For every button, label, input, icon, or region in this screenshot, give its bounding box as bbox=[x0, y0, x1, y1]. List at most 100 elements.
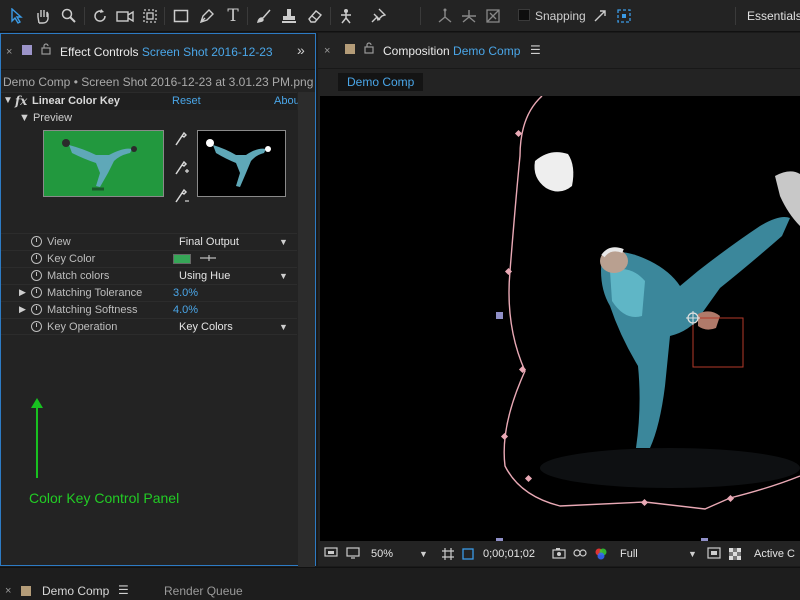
property-label: Matching Softness bbox=[47, 304, 138, 316]
key-operation-dropdown[interactable]: Key Colors bbox=[179, 321, 233, 333]
property-row-key-color[interactable]: Key Color bbox=[1, 250, 297, 267]
panel-overflow-icon[interactable]: » bbox=[297, 42, 305, 58]
effect-controls-tab[interactable]: × Effect Controls Screen Shot 2016-12-23… bbox=[1, 34, 315, 70]
eyedropper-subtract-icon[interactable] bbox=[173, 188, 189, 206]
eyedropper-icon[interactable] bbox=[173, 131, 189, 149]
effect-controls-panel: × Effect Controls Screen Shot 2016-12-23… bbox=[0, 33, 316, 582]
fx-icon[interactable]: fx bbox=[15, 94, 27, 108]
roto-brush-tool-icon[interactable] bbox=[335, 5, 357, 27]
match-colors-dropdown[interactable]: Using Hue bbox=[179, 270, 230, 282]
stopwatch-icon[interactable] bbox=[31, 287, 42, 298]
camera-tool-icon[interactable] bbox=[114, 5, 136, 27]
breadcrumb: Demo Comp • Screen Shot 2016-12-23 at 3.… bbox=[3, 75, 314, 89]
property-row-key-operation[interactable]: Key Operation Key Colors ▼ bbox=[1, 318, 297, 335]
key-color-eyedropper-icon[interactable] bbox=[199, 252, 217, 267]
fast-previews-icon[interactable] bbox=[707, 547, 721, 562]
snap-extend-icon[interactable] bbox=[589, 5, 611, 27]
chevron-down-icon[interactable]: ▼ bbox=[279, 271, 288, 281]
close-tab-icon[interactable]: × bbox=[5, 585, 11, 597]
stopwatch-icon[interactable] bbox=[31, 270, 42, 281]
expand-triangle-icon[interactable]: ▼ bbox=[3, 95, 13, 106]
transparency-grid-icon[interactable] bbox=[728, 547, 742, 564]
effect-panel-scrollbar[interactable] bbox=[298, 92, 315, 582]
toolbar-divider bbox=[735, 7, 736, 25]
reset-link[interactable]: Reset bbox=[172, 95, 201, 107]
panel-menu-icon[interactable]: ☰ bbox=[118, 583, 129, 597]
pan-behind-tool-icon[interactable] bbox=[139, 5, 161, 27]
zoom-level[interactable]: 50% bbox=[371, 548, 393, 560]
property-label: Key Color bbox=[47, 253, 96, 265]
world-axis-mode-icon[interactable] bbox=[458, 5, 480, 27]
property-row-match-colors[interactable]: Match colors Using Hue ▼ bbox=[1, 267, 297, 284]
stopwatch-icon[interactable] bbox=[31, 321, 42, 332]
puppet-pin-tool-icon[interactable] bbox=[367, 5, 389, 27]
property-row-matching-tolerance[interactable]: ▶ Matching Tolerance 3.0% bbox=[1, 284, 297, 301]
active-camera-dropdown[interactable]: Active C bbox=[754, 548, 795, 560]
grid-overlay-icon[interactable] bbox=[441, 547, 455, 564]
close-tab-icon[interactable]: × bbox=[6, 46, 12, 58]
lock-icon[interactable] bbox=[41, 43, 51, 58]
pen-tool-icon[interactable] bbox=[196, 5, 218, 27]
show-snapshot-icon[interactable] bbox=[573, 547, 587, 562]
expand-triangle-icon[interactable]: ▶ bbox=[19, 304, 26, 315]
zoom-tool-icon[interactable] bbox=[58, 5, 80, 27]
color-channels-icon[interactable] bbox=[594, 547, 608, 564]
selection-tool-icon[interactable] bbox=[6, 5, 28, 27]
property-row-view[interactable]: View Final Output ▼ bbox=[1, 233, 297, 250]
snap-target-icon[interactable] bbox=[613, 5, 635, 27]
chevron-down-icon[interactable]: ▼ bbox=[279, 237, 288, 247]
clone-stamp-tool-icon[interactable] bbox=[278, 5, 300, 27]
rectangle-tool-icon[interactable] bbox=[170, 5, 192, 27]
view-axis-mode-icon[interactable] bbox=[482, 5, 504, 27]
about-link[interactable]: Abou bbox=[274, 95, 300, 107]
stopwatch-icon[interactable] bbox=[31, 236, 42, 247]
property-label: Match colors bbox=[47, 270, 110, 282]
tools-toolbar: T Snapping Essentials bbox=[0, 0, 800, 32]
resolution-dropdown[interactable]: Full bbox=[620, 548, 638, 560]
lock-icon[interactable] bbox=[364, 42, 374, 57]
effect-name: Linear Color Key bbox=[32, 95, 121, 107]
preview-group[interactable]: ▼ Preview bbox=[19, 112, 72, 124]
current-timecode[interactable]: 0;00;01;02 bbox=[483, 548, 535, 560]
panel-menu-icon[interactable]: ☰ bbox=[530, 43, 541, 57]
view-dropdown[interactable]: Final Output bbox=[179, 236, 239, 248]
tab-demo-comp-timeline[interactable]: × Demo Comp ☰ bbox=[0, 568, 135, 600]
rotate-tool-icon[interactable] bbox=[89, 5, 111, 27]
label-color-swatch bbox=[345, 44, 355, 54]
chevron-down-icon[interactable]: ▼ bbox=[279, 322, 288, 332]
annotation-arrow bbox=[36, 400, 38, 478]
snapshot-camera-icon[interactable] bbox=[552, 547, 566, 562]
tab-render-queue[interactable]: Render Queue bbox=[140, 568, 260, 600]
snapping-checkbox[interactable] bbox=[518, 9, 530, 21]
eraser-tool-icon[interactable] bbox=[304, 5, 326, 27]
always-preview-icon[interactable] bbox=[324, 547, 338, 562]
close-tab-icon[interactable]: × bbox=[324, 45, 330, 57]
chevron-down-icon[interactable]: ▼ bbox=[419, 549, 428, 559]
eyedropper-add-icon[interactable] bbox=[173, 160, 189, 178]
local-axis-mode-icon[interactable] bbox=[434, 5, 456, 27]
property-row-matching-softness[interactable]: ▶ Matching Softness 4.0% bbox=[1, 301, 297, 318]
expand-triangle-icon[interactable]: ▶ bbox=[19, 287, 26, 298]
workspace-essentials[interactable]: Essentials bbox=[747, 9, 800, 23]
type-tool-icon[interactable]: T bbox=[222, 5, 244, 27]
keyed-preview-thumbnail bbox=[197, 130, 286, 197]
stopwatch-icon[interactable] bbox=[31, 253, 42, 264]
matching-tolerance-value[interactable]: 3.0% bbox=[173, 287, 198, 299]
composition-tab[interactable]: × Composition Demo Comp ☰ bbox=[318, 33, 800, 69]
composition-viewer[interactable] bbox=[320, 96, 800, 541]
matching-softness-value[interactable]: 4.0% bbox=[173, 304, 198, 316]
key-color-swatch[interactable] bbox=[173, 254, 191, 264]
timeline-tab-label: Demo Comp bbox=[42, 584, 110, 598]
label-color-swatch bbox=[21, 586, 31, 596]
composition-title: Composition Demo Comp bbox=[383, 44, 521, 58]
hand-tool-icon[interactable] bbox=[32, 5, 54, 27]
chevron-down-icon[interactable]: ▼ bbox=[688, 549, 697, 559]
stopwatch-icon[interactable] bbox=[31, 304, 42, 315]
toolbar-divider bbox=[164, 7, 165, 25]
brush-tool-icon[interactable] bbox=[253, 5, 275, 27]
comp-breadcrumb[interactable]: Demo Comp bbox=[338, 73, 424, 91]
preview-label: Preview bbox=[32, 112, 73, 124]
effect-header-row[interactable]: ▼ fx Linear Color Key Reset Abou bbox=[1, 92, 300, 110]
monitor-icon[interactable] bbox=[346, 547, 360, 562]
region-of-interest-icon[interactable] bbox=[461, 547, 475, 564]
